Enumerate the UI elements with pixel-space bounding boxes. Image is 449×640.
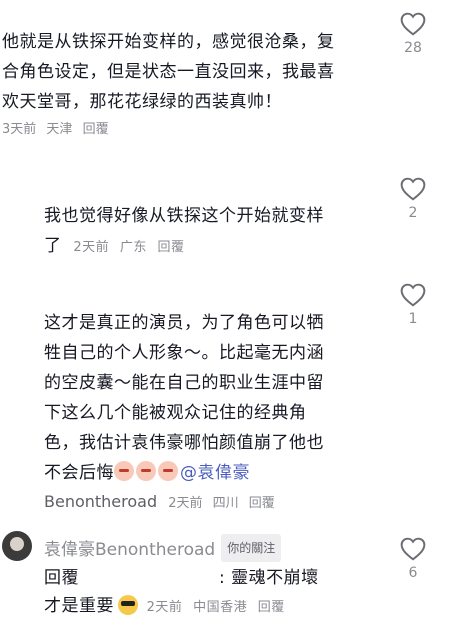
comment-3: 这才是真正的演员，为了角色可以牺 牲自己的个人形象～。比起毫无内涵 的空皮囊～能… (44, 308, 389, 513)
like-count: 28 (404, 40, 422, 56)
heart-outline-icon (400, 283, 426, 307)
heart-outline-icon (400, 177, 426, 201)
avatar[interactable] (2, 531, 32, 561)
comment-meta-info: 2天前 四川 回覆 (168, 496, 281, 511)
redacted-area (79, 565, 219, 583)
comment-text-line: 回覆 : 靈魂不崩壞 (44, 564, 389, 592)
heart-outline-icon (400, 537, 426, 561)
comment-author[interactable]: 袁偉豪 (44, 540, 95, 560)
comment-4-header: 袁偉豪Benontheroad 你的關注 (44, 534, 389, 562)
like-count: 6 (408, 565, 418, 581)
comment-location: 四川 (212, 496, 239, 511)
reply-prefix: 回覆 (44, 568, 79, 588)
comment-text-line: 他就是从铁探开始变样的，感觉很沧桑，复 (2, 32, 335, 52)
comment-3-text: 这才是真正的演员，为了角色可以牺 牲自己的个人形象～。比起毫无内涵 的空皮囊～能… (44, 308, 389, 488)
comment-2: 我也觉得好像从铁探这个开始就变样 了 2天前 广东 回覆 (44, 201, 389, 261)
comment-text-line: 的空皮囊～能在自己的职业生涯中留 (44, 373, 324, 393)
comment-2-meta: 2天前 广东 回覆 (73, 240, 190, 255)
comment-1: 他就是从铁探开始变样的，感觉很沧桑，复 合角色设定，但是状态一直没回来，我最喜 … (2, 27, 397, 139)
comment-text-fragment: : 靈魂不崩壞 (219, 568, 319, 588)
comment-time: 2天前 (168, 496, 203, 511)
comment-location: 天津 (46, 122, 73, 137)
comment-text-line: 我也觉得好像从铁探这个开始就变样 (44, 206, 324, 226)
comment-4: 袁偉豪Benontheroad 你的關注 回覆 : 靈魂不崩壞 才是重要 2天前 中… (44, 534, 389, 620)
like-button-3[interactable]: 1 (393, 283, 433, 327)
comment-3-meta: Benontheroad 2天前 四川 回覆 (44, 492, 389, 513)
comment-4-text: 回覆 : 靈魂不崩壞 才是重要 2天前 中国香港 回覆 (44, 564, 389, 620)
like-button-1[interactable]: 28 (393, 12, 433, 56)
comment-2-text: 我也觉得好像从铁探这个开始就变样 了 2天前 广东 回覆 (44, 201, 389, 261)
comment-4-meta: 2天前 中国香港 回覆 (142, 600, 291, 615)
comment-location: 广东 (119, 240, 147, 255)
comment-time: 3天前 (2, 122, 37, 137)
comment-text-fragment: 了 (44, 236, 62, 256)
like-count: 1 (408, 311, 418, 327)
comment-text-line: 才是重要 2天前 中国香港 回覆 (44, 592, 389, 620)
pig-face-emoji (136, 461, 156, 481)
comment-text-fragment: 才是重要 (44, 596, 114, 616)
like-button-4[interactable]: 6 (393, 537, 433, 581)
comment-text-line: 下这么几个能被观众记住的经典角 (44, 403, 307, 423)
reply-button[interactable]: 回覆 (157, 240, 184, 255)
comment-text-line: 这才是真正的演员，为了角色可以牺 (44, 313, 324, 333)
comment-text-line: 色，我估计袁伟豪哪怕颜值崩了他也 (44, 433, 324, 453)
comment-time: 2天前 (73, 240, 110, 255)
comment-location: 中国香港 (193, 600, 248, 615)
comment-time: 2天前 (146, 600, 183, 615)
like-button-2[interactable]: 2 (393, 177, 433, 221)
like-count: 2 (408, 205, 418, 221)
pig-face-emoji (158, 461, 178, 481)
comment-author[interactable]: Benontheroad (44, 492, 157, 511)
comment-text-line: 不会后悔 @袁偉豪 (44, 458, 389, 488)
comment-1-meta: 3天前 天津 回覆 (2, 121, 397, 139)
reply-button[interactable]: 回覆 (258, 600, 285, 615)
comment-text-fragment: 不会后悔 (44, 463, 114, 483)
reply-button[interactable]: 回覆 (249, 496, 275, 511)
heart-outline-icon (400, 12, 426, 36)
comment-text-line: 欢天堂哥，那花花绿绿的西装真帅！ (2, 92, 282, 112)
following-tag: 你的關注 (221, 534, 282, 562)
comment-text-line: 合角色设定，但是状态一直没回来，我最喜 (2, 62, 335, 82)
comment-text-line: 了 2天前 广东 回覆 (44, 231, 389, 261)
comment-1-text: 他就是从铁探开始变样的，感觉很沧桑，复 合角色设定，但是状态一直没回来，我最喜 … (2, 27, 397, 117)
reply-to-author[interactable]: Benontheroad (95, 540, 215, 560)
reply-button[interactable]: 回覆 (83, 122, 109, 137)
pig-face-emoji (114, 461, 134, 481)
mention-link[interactable]: @袁偉豪 (180, 463, 250, 483)
sunglasses-emoji (118, 595, 138, 615)
comment-text-line: 牲自己的个人形象～。比起毫无内涵 (44, 343, 324, 363)
